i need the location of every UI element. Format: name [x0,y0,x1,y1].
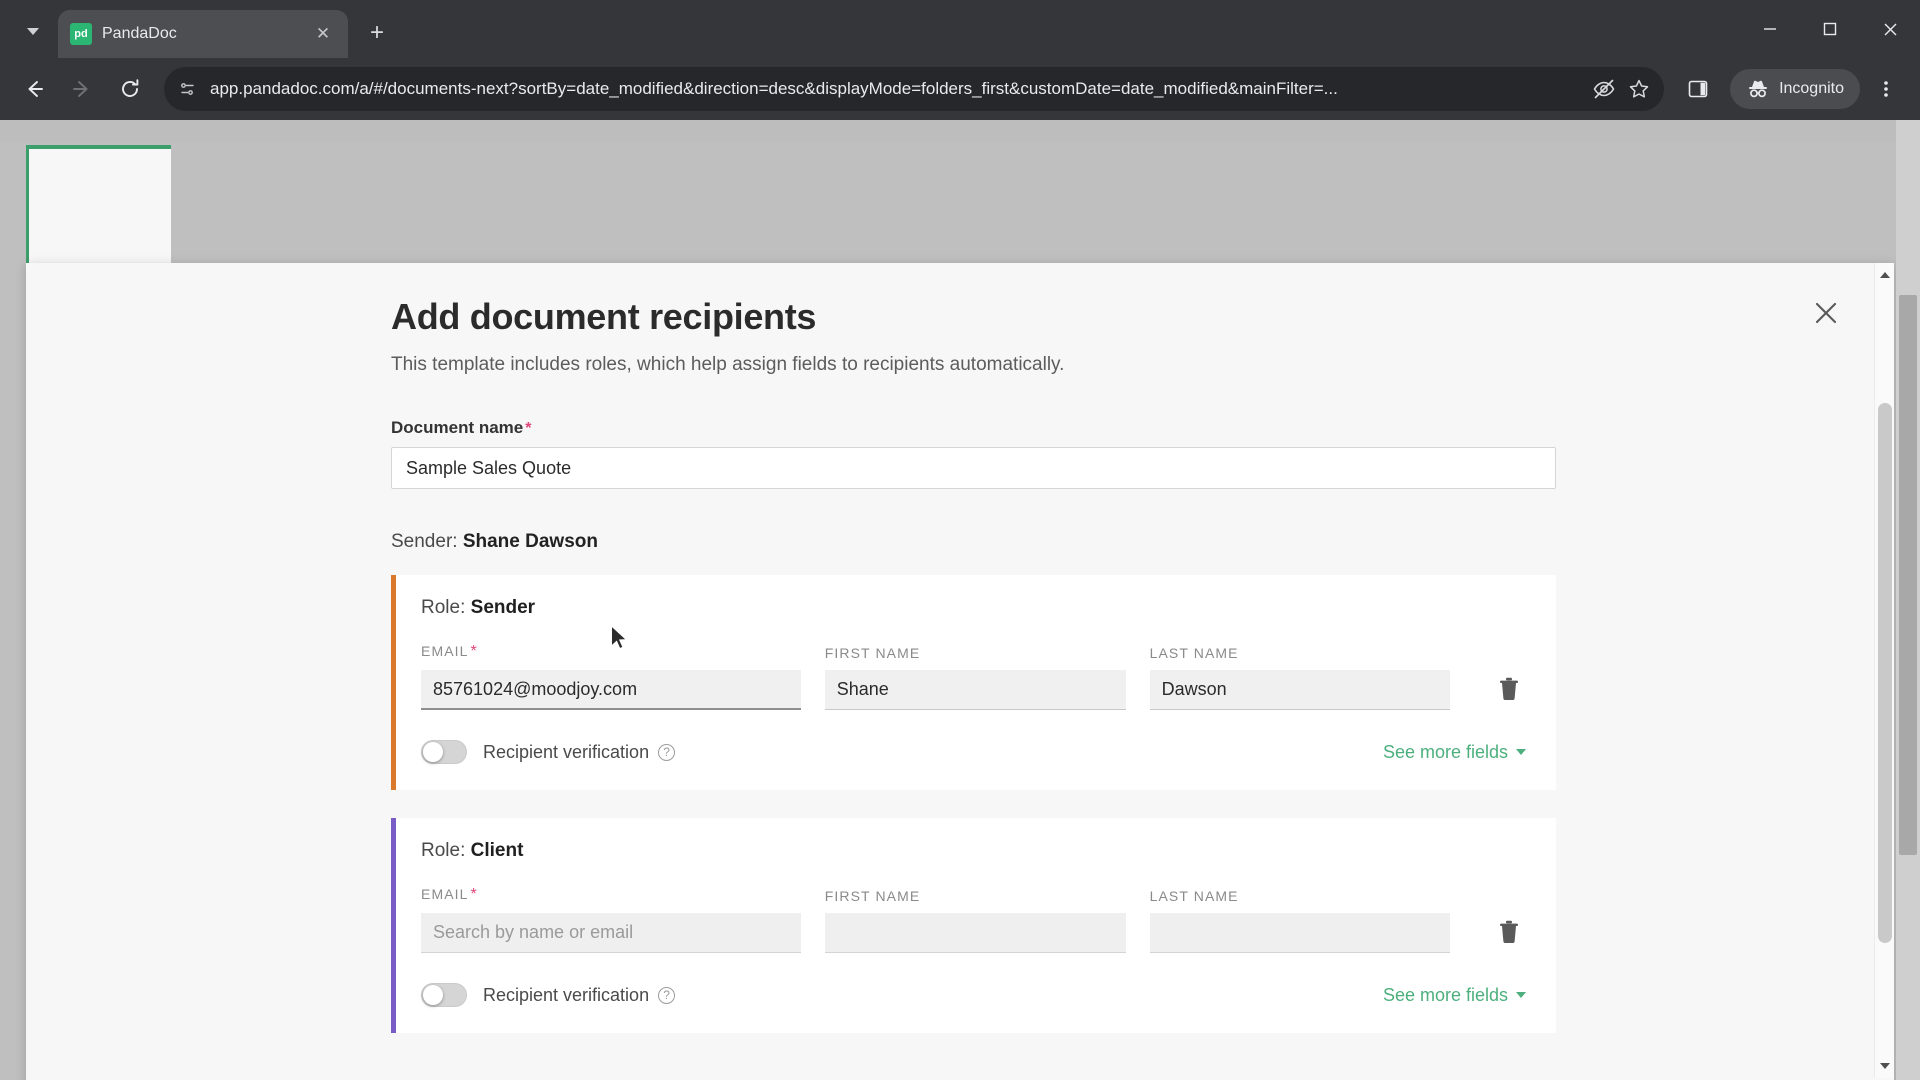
trash-icon[interactable] [1492,915,1526,949]
browser-toolbar: app.pandadoc.com/a/#/documents-next?sort… [0,58,1920,120]
address-bar[interactable]: app.pandadoc.com/a/#/documents-next?sort… [164,67,1665,111]
role-name: Client [470,840,524,861]
email-label: EMAIL * [421,643,801,661]
recipient-card-client: Role: Client EMAIL* FIRST NA [391,818,1556,1033]
chevron-down-icon [27,27,39,35]
email-field-group: EMAIL * [421,886,801,953]
recipient-verification-toggle-client[interactable] [421,983,467,1007]
maximize-icon[interactable] [1800,4,1860,54]
email-label-text: EMAIL [421,886,469,902]
page-scrollbar-thumb[interactable] [1899,295,1917,855]
tab-strip: pd PandaDoc ✕ + [0,0,1920,58]
sender-name: Shane Dawson [462,531,598,552]
email-label: EMAIL * [421,886,801,904]
tab-title: PandaDoc [102,25,177,42]
last-name-field-group: LAST NAME [1149,645,1451,710]
role-title-client: Role: Client [421,840,1526,862]
window-close-icon[interactable] [1860,4,1920,54]
modal-scrollbar[interactable] [1874,263,1894,1078]
required-marker: * [525,420,532,437]
three-dot-menu-icon[interactable] [1864,67,1908,111]
close-icon[interactable] [1806,293,1846,333]
chevron-down-icon [1516,992,1526,998]
page-scrollbar[interactable] [1896,120,1920,1080]
recipient-verification-toggle-sender[interactable] [421,740,467,764]
role-name: Sender [470,597,536,618]
side-panel-icon[interactable] [1676,67,1720,111]
triangle-down-icon [1880,1063,1890,1069]
sender-line: Sender: Shane Dawson [391,531,1834,553]
first-name-field-group: FIRST NAME [824,645,1126,710]
recipient-fields-row: EMAIL* FIRST NAME LAST NAME [421,643,1526,710]
document-name-label-text: Document name [391,418,524,437]
recipient-verification-label: Recipient verification [483,984,650,1005]
document-name-label: Document name * [391,418,1834,438]
help-icon[interactable]: ? [658,743,676,761]
back-arrow-icon[interactable] [12,67,56,111]
chevron-down-icon [1516,749,1526,755]
browser-window: pd PandaDoc ✕ + app.pandadoc.com/a/#/doc… [0,0,1920,1080]
see-more-fields-label: See more fields [1382,741,1508,762]
modal-content: Add document recipients This template in… [26,296,1894,1033]
forward-arrow-icon[interactable] [60,67,104,111]
see-more-fields-link-sender[interactable]: See more fields [1383,742,1526,763]
url-text: app.pandadoc.com/a/#/documents-next?sort… [210,79,1338,98]
incognito-hat-icon [1749,80,1768,98]
last-name-input-client[interactable] [1149,913,1451,953]
required-marker: * [470,643,477,660]
page-info-icon[interactable] [178,79,198,99]
first-name-label: FIRST NAME [824,645,921,661]
see-more-fields-link-client[interactable]: See more fields [1383,985,1526,1006]
sender-prefix: Sender: [391,531,458,552]
recipient-card-sender: Role: Sender EMAIL* FIRST NA [391,575,1556,790]
document-name-input[interactable] [391,447,1556,489]
email-label-text: EMAIL [421,643,469,659]
required-marker: * [470,886,477,903]
last-name-label: LAST NAME [1149,888,1239,904]
tab-search-button[interactable] [12,11,54,51]
role-prefix: Role: [421,597,466,618]
favicon-label: pd [74,28,88,40]
email-input-client[interactable] [421,913,801,953]
eye-slash-icon[interactable] [1592,77,1616,101]
incognito-label: Incognito [1779,80,1844,97]
scrollbar-thumb[interactable] [1878,403,1892,943]
pandadoc-favicon: pd [70,23,92,45]
email-field-group: EMAIL * [421,643,801,710]
last-name-field-group: LAST NAME [1149,888,1451,953]
last-name-label: LAST NAME [1149,645,1239,661]
background-strip [0,120,1920,142]
first-name-label: FIRST NAME [824,888,921,904]
modal-scroll-area: Add document recipients This template in… [26,263,1894,1078]
recipient-verification-label: Recipient verification [483,741,650,762]
page-title: Add document recipients [391,296,817,337]
recipient-fields-row: EMAIL* FIRST NAME LAST NAME [421,886,1526,953]
first-name-input-sender[interactable] [824,670,1126,710]
first-name-input-client[interactable] [824,913,1126,953]
trash-icon[interactable] [1492,672,1526,706]
page-viewport: Add document recipients This template in… [0,120,1920,1080]
see-more-fields-label: See more fields [1382,984,1508,1005]
role-prefix: Role: [421,840,466,861]
minimize-icon[interactable] [1740,4,1800,54]
triangle-up-icon [1880,272,1890,278]
star-icon[interactable] [1628,78,1650,100]
modal-subtitle: This template includes roles, which help… [391,354,1065,375]
add-recipients-modal: Add document recipients This template in… [26,263,1894,1080]
scroll-down-arrow[interactable] [1875,1056,1894,1076]
recipient-verification-row-sender: Recipient verification ? See more fields [421,740,1526,764]
tab-close-icon[interactable]: ✕ [310,21,336,47]
role-title-sender: Role: Sender [421,597,1526,619]
browser-tab-pandadoc[interactable]: pd PandaDoc ✕ [58,10,348,58]
new-tab-button[interactable]: + [358,14,396,52]
email-input-sender[interactable] [421,670,801,710]
first-name-field-group: FIRST NAME [824,888,1126,953]
window-controls [1740,0,1920,58]
help-icon[interactable]: ? [658,986,676,1004]
incognito-indicator[interactable]: Incognito [1730,69,1860,109]
last-name-input-sender[interactable] [1149,670,1451,710]
recipient-verification-row-client: Recipient verification ? See more fields [421,983,1526,1007]
scroll-up-arrow[interactable] [1875,265,1894,285]
reload-icon[interactable] [108,67,152,111]
